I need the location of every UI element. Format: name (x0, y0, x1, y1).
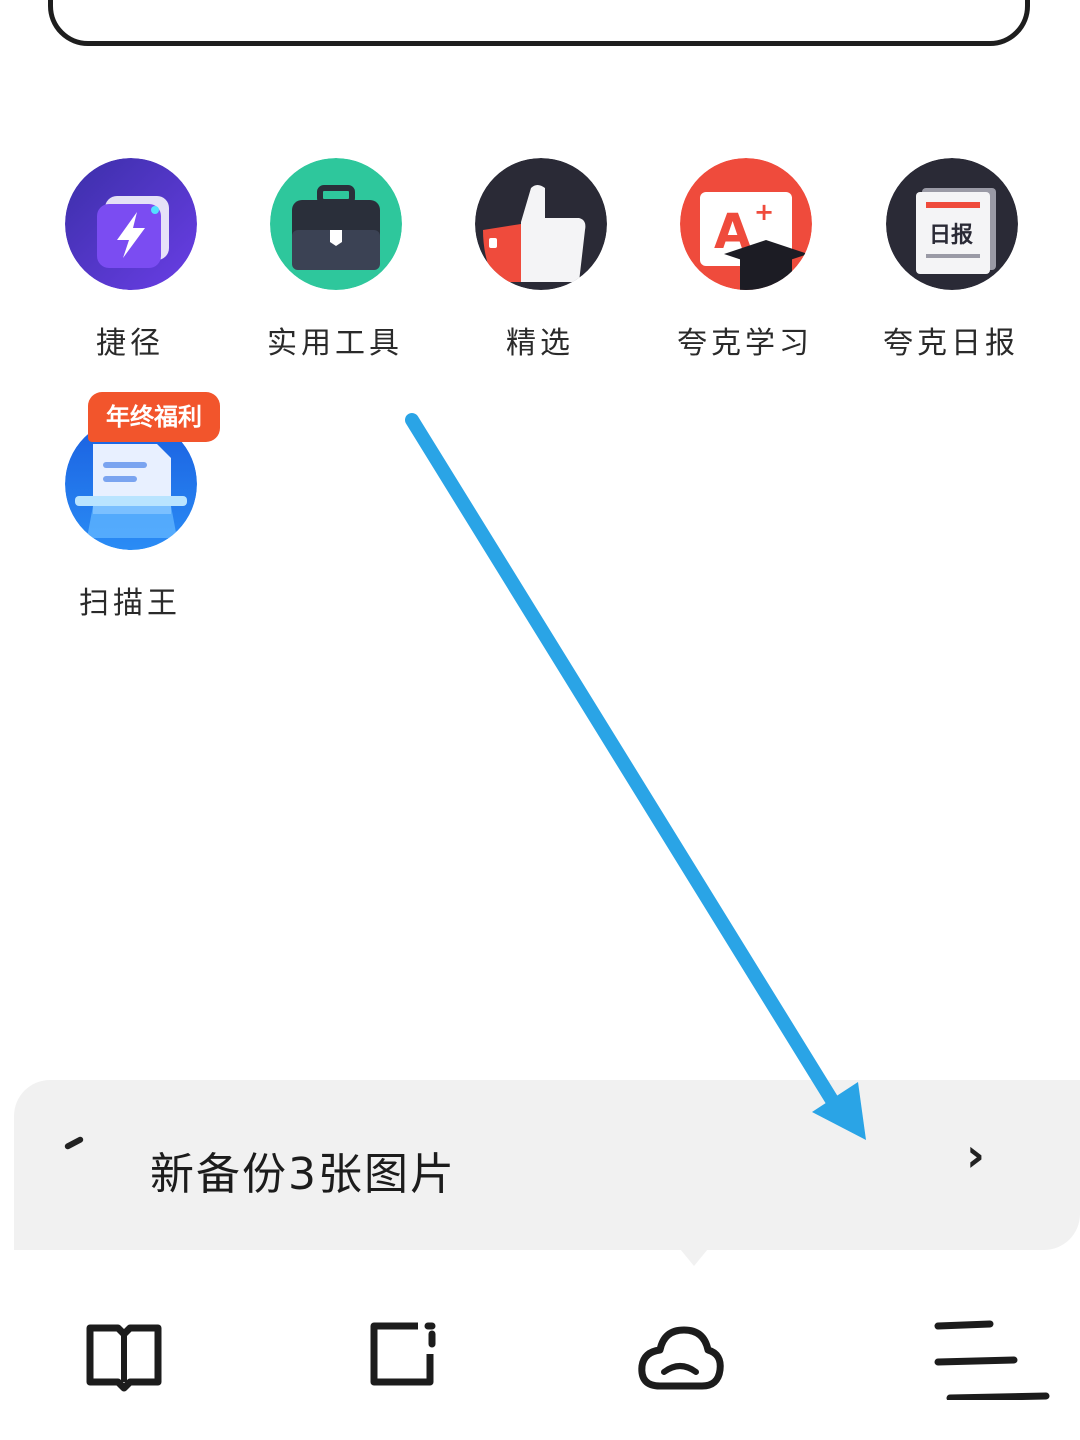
app-shortcut[interactable]: 扫描王 (30, 418, 230, 628)
promo-badge: 年终福利 (88, 392, 220, 442)
bottom-nav (0, 1270, 1080, 1440)
toolbox-icon (270, 158, 402, 290)
app-shortcut[interactable]: 精选 (440, 158, 640, 368)
app-shortcut[interactable]: 实用工具 (235, 158, 435, 368)
book-icon[interactable] (74, 1300, 174, 1400)
thumbs-up-icon (475, 158, 607, 290)
app-label: 捷径 (96, 326, 164, 361)
newspaper-icon-text: 日报 (929, 223, 973, 248)
lightning-icon (65, 158, 197, 290)
app-label: 扫描王 (79, 586, 181, 621)
app-label: 夸克日报 (883, 326, 1019, 361)
graduation-cap-icon: A + (680, 158, 812, 290)
app-shortcut[interactable]: 日报 夸克日报 (851, 158, 1051, 368)
app-shortcut[interactable]: 捷径 (30, 158, 230, 368)
app-label: 精选 (506, 326, 574, 361)
tab-square-icon[interactable] (352, 1300, 452, 1400)
menu-icon[interactable] (930, 1300, 1060, 1400)
newspaper-icon: 日报 (886, 158, 1018, 290)
app-label: 实用工具 (267, 326, 403, 361)
cloud-icon[interactable] (630, 1300, 730, 1400)
svg-text:+: + (754, 198, 774, 226)
chevron-right-icon[interactable]: › (966, 1128, 985, 1182)
notice-text: 新备份3张图片 (150, 1149, 456, 1200)
search-box[interactable] (48, 0, 1030, 46)
app-label: 夸克学习 (677, 326, 813, 361)
app-shortcut[interactable]: A + 夸克学习 (645, 158, 845, 368)
notice-pointer (676, 1244, 712, 1266)
